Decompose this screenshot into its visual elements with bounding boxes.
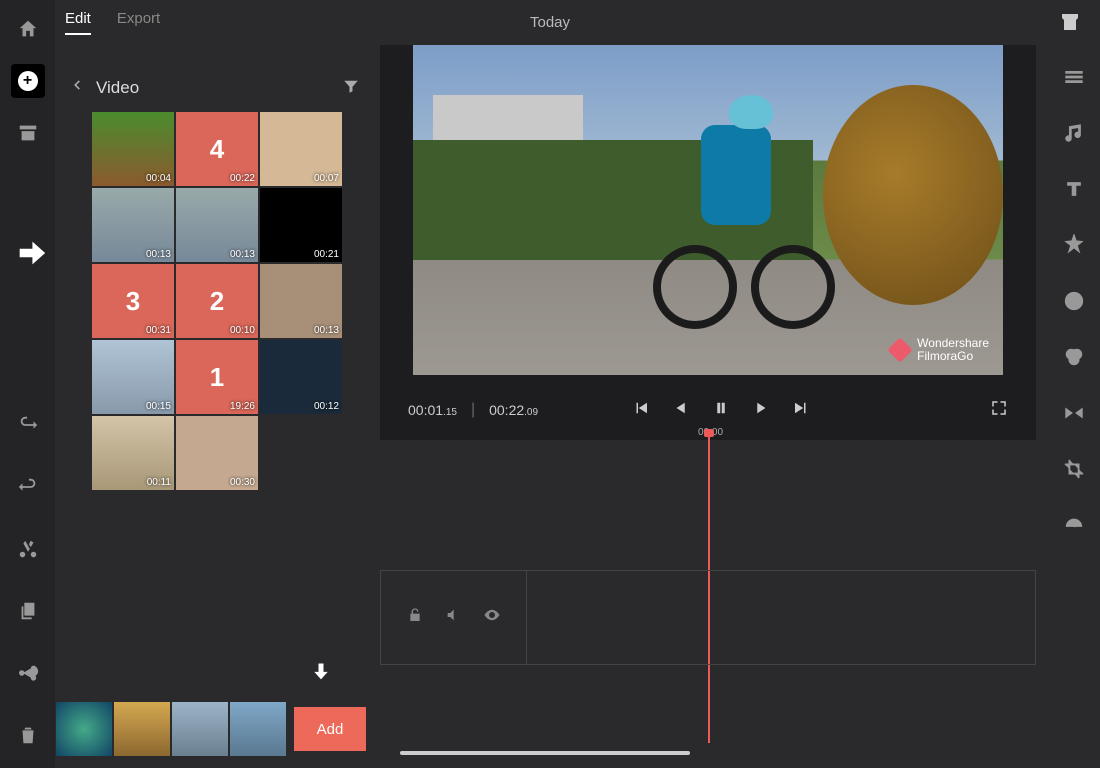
media-thumb[interactable]: 00:07 bbox=[260, 112, 342, 186]
speed-icon[interactable] bbox=[1062, 513, 1086, 537]
tray-thumb[interactable] bbox=[56, 702, 112, 756]
pause-icon[interactable] bbox=[712, 399, 730, 422]
tray-thumb[interactable] bbox=[172, 702, 228, 756]
media-thumb[interactable]: 00:13 bbox=[260, 264, 342, 338]
undo-icon[interactable] bbox=[11, 470, 45, 504]
media-thumb[interactable]: 400:22 bbox=[176, 112, 258, 186]
archive-icon[interactable] bbox=[11, 116, 45, 150]
filter-icon[interactable] bbox=[342, 77, 360, 100]
effects-icon[interactable] bbox=[1062, 233, 1086, 257]
media-thumb[interactable]: 119:26 bbox=[176, 340, 258, 414]
media-thumb[interactable]: 00:12 bbox=[260, 340, 342, 414]
hint-arrow-right-icon bbox=[14, 236, 48, 270]
total-time: 00:22.09 bbox=[489, 402, 538, 418]
copy-icon[interactable] bbox=[11, 594, 45, 628]
add-button[interactable]: Add bbox=[294, 707, 366, 751]
tray-thumb[interactable] bbox=[230, 702, 286, 756]
timeline[interactable]: 00:00 bbox=[380, 445, 1036, 705]
selection-tray: Add bbox=[56, 702, 366, 756]
skip-end-icon[interactable] bbox=[792, 399, 810, 422]
visibility-icon[interactable] bbox=[483, 606, 501, 629]
add-media-button[interactable]: + bbox=[11, 64, 45, 98]
share-icon[interactable] bbox=[11, 656, 45, 690]
crop-icon[interactable] bbox=[1062, 457, 1086, 481]
sticker-icon[interactable] bbox=[1062, 289, 1086, 313]
media-thumb[interactable]: 00:13 bbox=[176, 188, 258, 262]
filter-icon[interactable] bbox=[1062, 345, 1086, 369]
media-thumb[interactable]: 00:15 bbox=[92, 340, 174, 414]
hint-arrow-down-icon bbox=[311, 656, 331, 686]
mute-icon[interactable] bbox=[445, 607, 461, 628]
date-label: Today bbox=[0, 14, 1100, 31]
transition-icon[interactable] bbox=[1062, 401, 1086, 425]
menu-icon[interactable] bbox=[1062, 65, 1086, 89]
fullscreen-icon[interactable] bbox=[990, 399, 1008, 422]
media-thumb[interactable]: 00:11 bbox=[92, 416, 174, 490]
media-thumb[interactable]: 00:04 bbox=[92, 112, 174, 186]
frame-forward-icon[interactable] bbox=[752, 399, 770, 422]
delete-icon[interactable] bbox=[11, 718, 45, 752]
frame-back-icon[interactable] bbox=[672, 399, 690, 422]
text-icon[interactable] bbox=[1062, 177, 1086, 201]
back-icon[interactable] bbox=[70, 76, 84, 100]
filmorago-logo-icon bbox=[887, 337, 912, 362]
watermark: Wondershare FilmoraGo bbox=[891, 337, 989, 363]
picker-title: Video bbox=[96, 78, 139, 98]
media-thumb[interactable]: 300:31 bbox=[92, 264, 174, 338]
preview-frame[interactable]: Wondershare FilmoraGo bbox=[413, 45, 1003, 375]
tray-thumb[interactable] bbox=[114, 702, 170, 756]
store-icon[interactable] bbox=[1058, 10, 1082, 34]
media-thumb[interactable]: 200:10 bbox=[176, 264, 258, 338]
lock-icon[interactable] bbox=[407, 607, 423, 628]
media-thumb[interactable]: 00:30 bbox=[176, 416, 258, 490]
media-picker: Video 00:04 400:22 00:07 00:13 00:13 00:… bbox=[60, 70, 370, 490]
preview-panel: Wondershare FilmoraGo 00:01.15 | 00:22.0… bbox=[380, 45, 1036, 440]
thumbnail-grid: 00:04 400:22 00:07 00:13 00:13 00:21 300… bbox=[92, 112, 370, 490]
cut-icon[interactable] bbox=[11, 532, 45, 566]
right-sidebar bbox=[1048, 55, 1100, 655]
current-time: 00:01.15 bbox=[408, 402, 457, 418]
media-thumb[interactable]: 00:13 bbox=[92, 188, 174, 262]
skip-start-icon[interactable] bbox=[632, 399, 650, 422]
timeline-scrollbar[interactable] bbox=[400, 751, 690, 755]
redo-icon[interactable] bbox=[11, 408, 45, 442]
music-icon[interactable] bbox=[1062, 121, 1086, 145]
media-thumb[interactable]: 00:21 bbox=[260, 188, 342, 262]
track[interactable] bbox=[380, 570, 1036, 665]
left-sidebar: + bbox=[0, 0, 55, 768]
